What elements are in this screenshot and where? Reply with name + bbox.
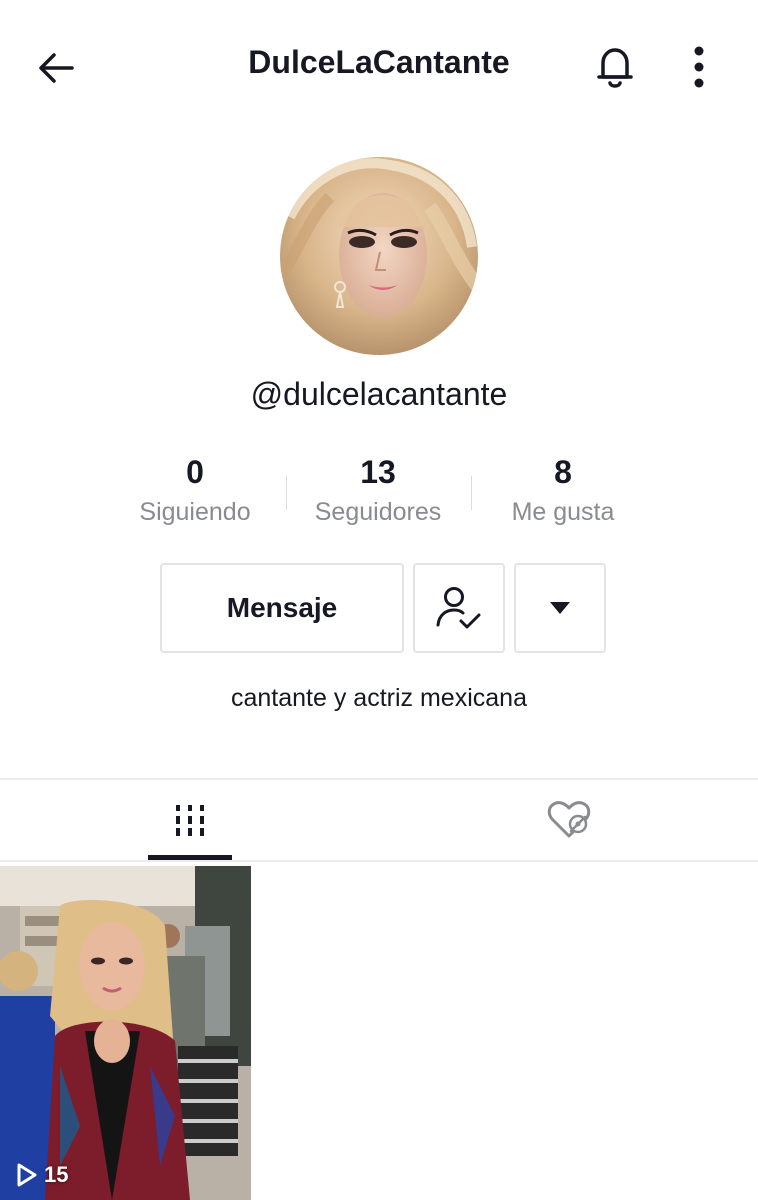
heart-hidden-icon: [547, 801, 590, 838]
back-button[interactable]: [30, 42, 82, 94]
following-status-button[interactable]: [413, 563, 505, 653]
suggested-accounts-dropdown-button[interactable]: [514, 563, 606, 653]
video-thumbnail[interactable]: 15: [0, 866, 251, 1200]
stat-followers-label: Seguidores: [314, 498, 442, 526]
bell-icon: [597, 48, 633, 88]
profile-avatar[interactable]: [280, 157, 478, 355]
video-view-count: 15: [16, 1162, 68, 1188]
stat-likes-value: 8: [554, 454, 572, 490]
stat-likes-label: Me gusta: [511, 498, 615, 526]
tab-liked-videos[interactable]: [379, 780, 758, 860]
profile-username: @dulcelacantante: [250, 376, 508, 412]
stat-following-value: 0: [186, 454, 204, 490]
page-title: DulceLaCantante: [248, 44, 510, 80]
stat-following[interactable]: 0 Siguiendo: [100, 450, 290, 527]
back-arrow-icon: [39, 53, 74, 83]
top-bar: DulceLaCantante: [0, 0, 758, 130]
stat-followers-value: 13: [360, 454, 396, 490]
play-icon: [17, 1163, 37, 1187]
more-options-button[interactable]: [678, 40, 720, 94]
user-check-icon: [436, 587, 481, 629]
profile-bio: cantante y actriz mexicana: [231, 684, 527, 712]
stat-following-label: Siguiendo: [139, 498, 251, 526]
profile-stats: 0 Siguiendo 13 Seguidores 8 Me gusta: [0, 450, 758, 540]
video-view-count-label: 15: [44, 1162, 69, 1187]
more-vertical-icon: [694, 46, 704, 88]
notification-bell-button[interactable]: [588, 40, 642, 94]
stat-likes[interactable]: 8 Me gusta: [468, 450, 658, 527]
message-button[interactable]: Mensaje: [160, 563, 404, 653]
tab-videos[interactable]: [0, 780, 379, 860]
grid-icon: [175, 805, 204, 836]
stat-followers[interactable]: 13 Seguidores: [283, 450, 473, 527]
video-preview-image: [0, 866, 251, 1200]
caret-down-icon: [550, 602, 570, 614]
divider: [0, 860, 758, 862]
